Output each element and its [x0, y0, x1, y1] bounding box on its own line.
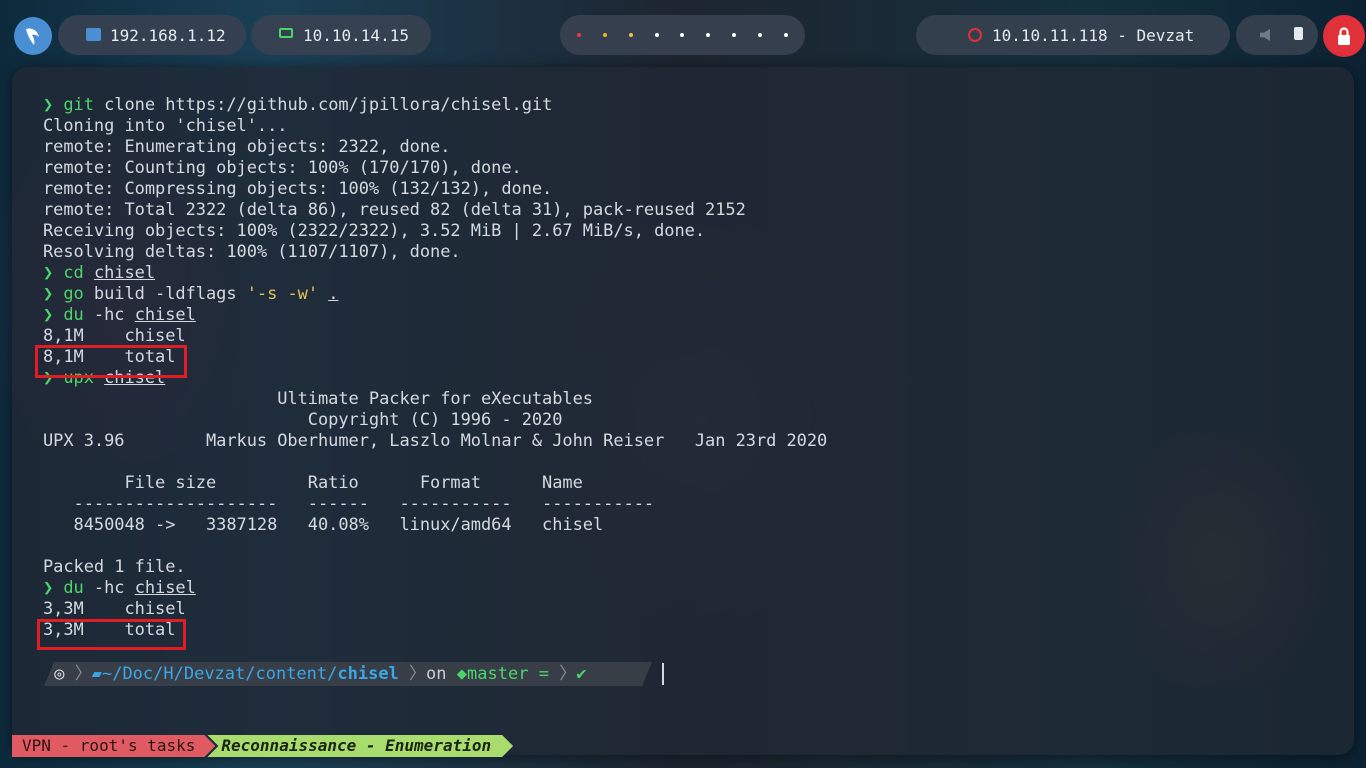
shell-prompt: ◎ 〉▰~/Doc/H/Devzat/content/chisel 〉on ◆m…: [44, 664, 587, 684]
output-line: Ultimate Packer for eXecutables: [43, 389, 593, 409]
vpn-ip-text: 10.10.14.15: [303, 25, 409, 45]
output-line: 3,3M chisel: [43, 599, 186, 619]
workspace-dot[interactable]: [628, 33, 633, 37]
workspace-dot[interactable]: [706, 33, 711, 37]
output-line: 8450048 -> 3387128 40.08% linux/amd64 ch…: [43, 515, 604, 535]
check-icon: ✔: [576, 664, 587, 684]
laptop-icon: [279, 28, 293, 38]
output-line: remote: Counting objects: 100% (170/170)…: [43, 158, 522, 178]
output-line: Packed 1 file.: [43, 557, 186, 577]
tmux-session[interactable]: VPN - root's tasks: [12, 735, 215, 757]
output-line: UPX 3.96 Markus Oberhumer, Laszlo Molnar…: [43, 431, 828, 451]
output-line: -------------------- ------ ----------- …: [43, 494, 655, 514]
os-icon: ◎: [44, 664, 75, 684]
workspace-switcher[interactable]: [560, 15, 805, 55]
workspace-dot[interactable]: [602, 33, 607, 37]
output-line: Copyright (C) 1996 - 2020: [43, 410, 563, 430]
folder-icon: ▰: [91, 664, 102, 684]
path-dir: chisel: [337, 664, 399, 684]
local-ip-text: 192.168.1.12: [110, 25, 226, 45]
workspace-dot[interactable]: [680, 33, 685, 37]
git-status: =: [538, 664, 549, 684]
workspace-dot[interactable]: [654, 33, 659, 37]
text-cursor[interactable]: [662, 663, 664, 685]
command-line: ❯ du -hc chisel: [43, 305, 196, 325]
output-line: Cloning into 'chisel'...: [43, 116, 288, 136]
workspace-dot[interactable]: [576, 33, 581, 37]
output-line: Receiving objects: 100% (2322/2322), 3.5…: [43, 221, 706, 241]
on-label: on: [426, 664, 447, 684]
system-tray: [1236, 15, 1318, 55]
highlight-box-after: [37, 619, 186, 650]
output-line: Resolving deltas: 100% (1107/1107), done…: [43, 242, 461, 262]
workspace-dot[interactable]: [783, 33, 788, 37]
output-line: remote: Total 2322 (delta 86), reused 82…: [43, 200, 746, 220]
target-widget[interactable]: 10.10.11.118 - Devzat: [916, 15, 1230, 55]
highlight-box-before: [35, 345, 187, 378]
network-icon: [86, 28, 101, 41]
workspace-dot[interactable]: [732, 33, 737, 37]
output-line: 8,1M chisel: [43, 326, 186, 346]
tmux-window[interactable]: Reconnaissance - Enumeration: [207, 735, 513, 757]
git-icon: ◆: [456, 664, 468, 684]
parrot-logo-icon[interactable]: [14, 17, 52, 55]
top-bar: 192.168.1.12 10.10.14.15 10.10.11.118 - …: [0, 0, 1366, 70]
output-line: remote: Compressing objects: 100% (132/1…: [43, 179, 553, 199]
vpn-ip-widget[interactable]: 10.10.14.15: [251, 15, 431, 55]
command-line: ❯ du -hc chisel: [43, 578, 196, 598]
clipboard-icon[interactable]: [1294, 27, 1303, 40]
path-prefix: ~/Doc/H/Devzat/content/: [101, 664, 338, 684]
branch-name: master: [467, 664, 529, 684]
local-ip-widget[interactable]: 192.168.1.12: [58, 15, 246, 55]
target-text: 10.10.11.118 - Devzat: [992, 25, 1195, 45]
output-line: File size Ratio Format Name: [43, 473, 583, 493]
output-line: remote: Enumerating objects: 2322, done.: [43, 137, 451, 157]
command-line: ❯ go build -ldflags '-s -w' .: [43, 284, 339, 304]
mute-icon[interactable]: [1260, 29, 1270, 41]
command-line: ❯ git clone https://github.com/jpillora/…: [43, 95, 553, 115]
tmux-status-bar: VPN - root's tasks Reconnaissance - Enum…: [12, 735, 513, 757]
terminal-window[interactable]: ❯ git clone https://github.com/jpillora/…: [12, 67, 1354, 755]
command-line: ❯ cd chisel: [43, 263, 156, 283]
target-icon: [968, 28, 982, 42]
lock-icon[interactable]: [1323, 15, 1365, 57]
workspace-dot[interactable]: [758, 33, 763, 37]
